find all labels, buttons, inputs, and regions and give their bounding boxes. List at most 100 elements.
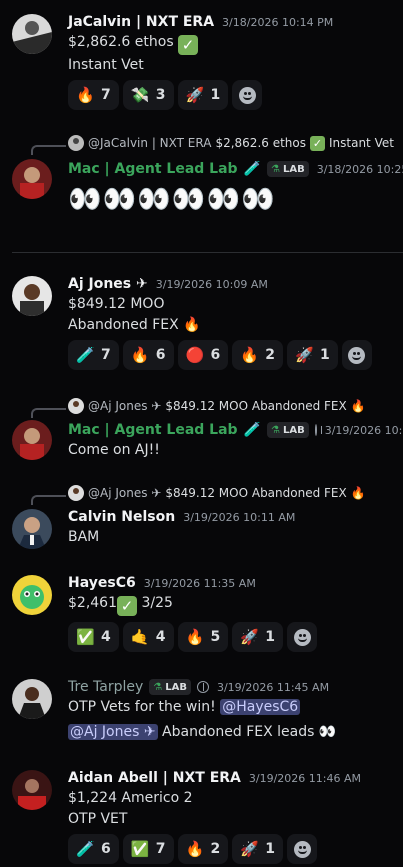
tag-label: LAB	[165, 681, 187, 693]
reaction-fire[interactable]: 🔥 6	[122, 340, 174, 370]
flask-icon: ⚗	[271, 163, 280, 175]
message-text: $2,862.6 ethos ✓	[68, 32, 403, 55]
flask-icon: ⚗	[271, 424, 280, 436]
reaction-count: 2	[210, 841, 221, 857]
reaction-count: 6	[155, 347, 166, 363]
timestamp: 3/19/2026 10:09 AM	[155, 277, 268, 291]
username[interactable]: Aj Jones ✈	[68, 276, 148, 292]
message-text: OTP VET	[68, 811, 128, 827]
username[interactable]: Aidan Abell | NXT ERA	[68, 770, 241, 786]
reaction-count: 2	[265, 347, 275, 363]
username[interactable]: HayesC6	[68, 575, 136, 591]
message-text: $849.12 MOO	[68, 296, 165, 312]
username[interactable]: Tre Tarpley	[68, 679, 143, 695]
add-reaction-button[interactable]	[287, 834, 317, 864]
reaction-bar: 🔥 7 💸 3 🚀 1	[68, 80, 403, 110]
check-emoji: ✓	[178, 35, 199, 55]
reaction-count: 5	[210, 629, 221, 645]
smile-icon	[348, 346, 366, 364]
fire-icon: 🔥	[130, 346, 150, 364]
reaction-fire[interactable]: 🔥 2	[232, 340, 283, 370]
reaction-red-gem[interactable]: 🔴 6	[177, 340, 229, 370]
reaction-count: 7	[101, 347, 111, 363]
tag-label: LAB	[282, 163, 305, 175]
timestamp: 3/18/2026 10:14 PM	[222, 15, 334, 29]
add-reaction-button[interactable]	[287, 622, 317, 652]
message-text: 👀👀👀👀👀👀	[68, 184, 276, 215]
reply-spine	[31, 408, 66, 418]
reaction-bar: ✅ 4 🤙 4 🔥 5 🚀 1	[68, 622, 403, 652]
fire-icon: 🔥	[240, 346, 259, 364]
timestamp: 3/19/2026 11:35 AM	[143, 576, 256, 590]
username[interactable]: Mac | Agent Lead Lab	[68, 161, 238, 177]
username[interactable]: JaCalvin | NXT ERA	[68, 14, 214, 30]
reply-preview[interactable]: @JaCalvin | NXT ERA $2,862.6 ethos ✓ Ins…	[68, 135, 394, 151]
reply-username: @Aj Jones ✈	[88, 399, 162, 413]
avatar[interactable]	[12, 575, 52, 615]
check-emoji: ✓	[117, 596, 137, 616]
reaction-check[interactable]: ✅ 4	[68, 622, 119, 652]
username[interactable]: Calvin Nelson	[68, 509, 175, 525]
message-text: Instant Vet	[68, 57, 144, 73]
test-tube-icon: 🧪	[76, 840, 95, 858]
wheel-icon	[196, 681, 209, 693]
call-me-hand-icon: 🤙	[130, 628, 150, 646]
add-reaction-button[interactable]	[341, 340, 372, 370]
reply-preview[interactable]: @Aj Jones ✈ $849.12 MOO Abandoned FEX 🔥	[68, 485, 365, 501]
reaction-test-tube[interactable]: 🧪 7	[68, 340, 119, 370]
rocket-icon: 🚀	[240, 628, 259, 646]
reaction-rocket[interactable]: 🚀 1	[287, 340, 338, 370]
reaction-fire[interactable]: 🔥 2	[177, 834, 229, 864]
rocket-icon: 🚀	[295, 346, 314, 364]
avatar[interactable]	[12, 14, 52, 54]
fire-icon: 🔥	[185, 628, 205, 646]
date-divider	[12, 252, 403, 253]
server-tag[interactable]: ⚗ LAB	[267, 422, 309, 438]
test-tube-icon: 🧪	[243, 422, 262, 438]
mention-hayesc6[interactable]: @HayesC6	[220, 699, 301, 715]
avatar[interactable]	[12, 770, 52, 810]
reaction-count: 1	[265, 629, 275, 645]
reaction-count: 7	[101, 87, 111, 103]
add-reaction-button[interactable]	[232, 80, 263, 110]
server-tag[interactable]: ⚗ LAB	[149, 679, 191, 695]
reaction-fire[interactable]: 🔥 7	[68, 80, 119, 110]
reaction-count: 3	[155, 87, 166, 103]
reaction-count: 4	[155, 629, 166, 645]
reply-spine	[31, 145, 66, 155]
message-text: Come on AJ!!	[68, 442, 160, 458]
smile-icon	[293, 628, 311, 646]
reaction-money[interactable]: 💸 3	[122, 80, 174, 110]
timestamp: 3/19/2026 11:45 AM	[216, 680, 330, 694]
money-icon: 💸	[130, 86, 150, 104]
avatar[interactable]	[12, 420, 52, 460]
reaction-rocket[interactable]: 🚀 1	[177, 80, 229, 110]
reaction-bar: 🧪 6 ✅ 7 🔥 2 🚀 1	[68, 834, 403, 864]
message-text: Abandoned FEX 🔥	[68, 317, 201, 333]
reaction-test-tube[interactable]: 🧪 6	[68, 834, 119, 864]
reaction-rocket[interactable]: 🚀 1	[232, 622, 283, 652]
avatar[interactable]	[12, 679, 52, 719]
username[interactable]: Mac | Agent Lead Lab	[68, 422, 238, 438]
reaction-rocket[interactable]: 🚀 1	[232, 834, 283, 864]
avatar[interactable]	[12, 276, 52, 316]
avatar[interactable]	[12, 509, 52, 549]
reaction-call-me[interactable]: 🤙 4	[122, 622, 174, 652]
message-text: $1,224 Americo 2	[68, 790, 193, 806]
message-text: @Aj Jones ✈ Abandoned FEX leads 👀	[68, 724, 337, 740]
reaction-check[interactable]: ✅ 7	[122, 834, 174, 864]
reply-spine	[31, 495, 66, 505]
avatar[interactable]	[12, 159, 52, 199]
flask-icon: ⚗	[153, 681, 163, 693]
reaction-count: 6	[101, 841, 111, 857]
rocket-icon: 🚀	[185, 86, 205, 104]
fire-icon: 🔥	[76, 86, 95, 104]
reply-preview[interactable]: @Aj Jones ✈ $849.12 MOO Abandoned FEX 🔥	[68, 398, 365, 414]
red-gem-icon: 🔴	[185, 346, 205, 364]
mention-aj-jones[interactable]: @Aj Jones ✈	[68, 724, 158, 740]
reaction-fire[interactable]: 🔥 5	[177, 622, 229, 652]
check-icon: ✅	[130, 840, 150, 858]
server-tag[interactable]: ⚗ LAB	[267, 161, 309, 177]
test-tube-icon: 🧪	[243, 161, 262, 177]
smile-icon	[293, 840, 311, 858]
